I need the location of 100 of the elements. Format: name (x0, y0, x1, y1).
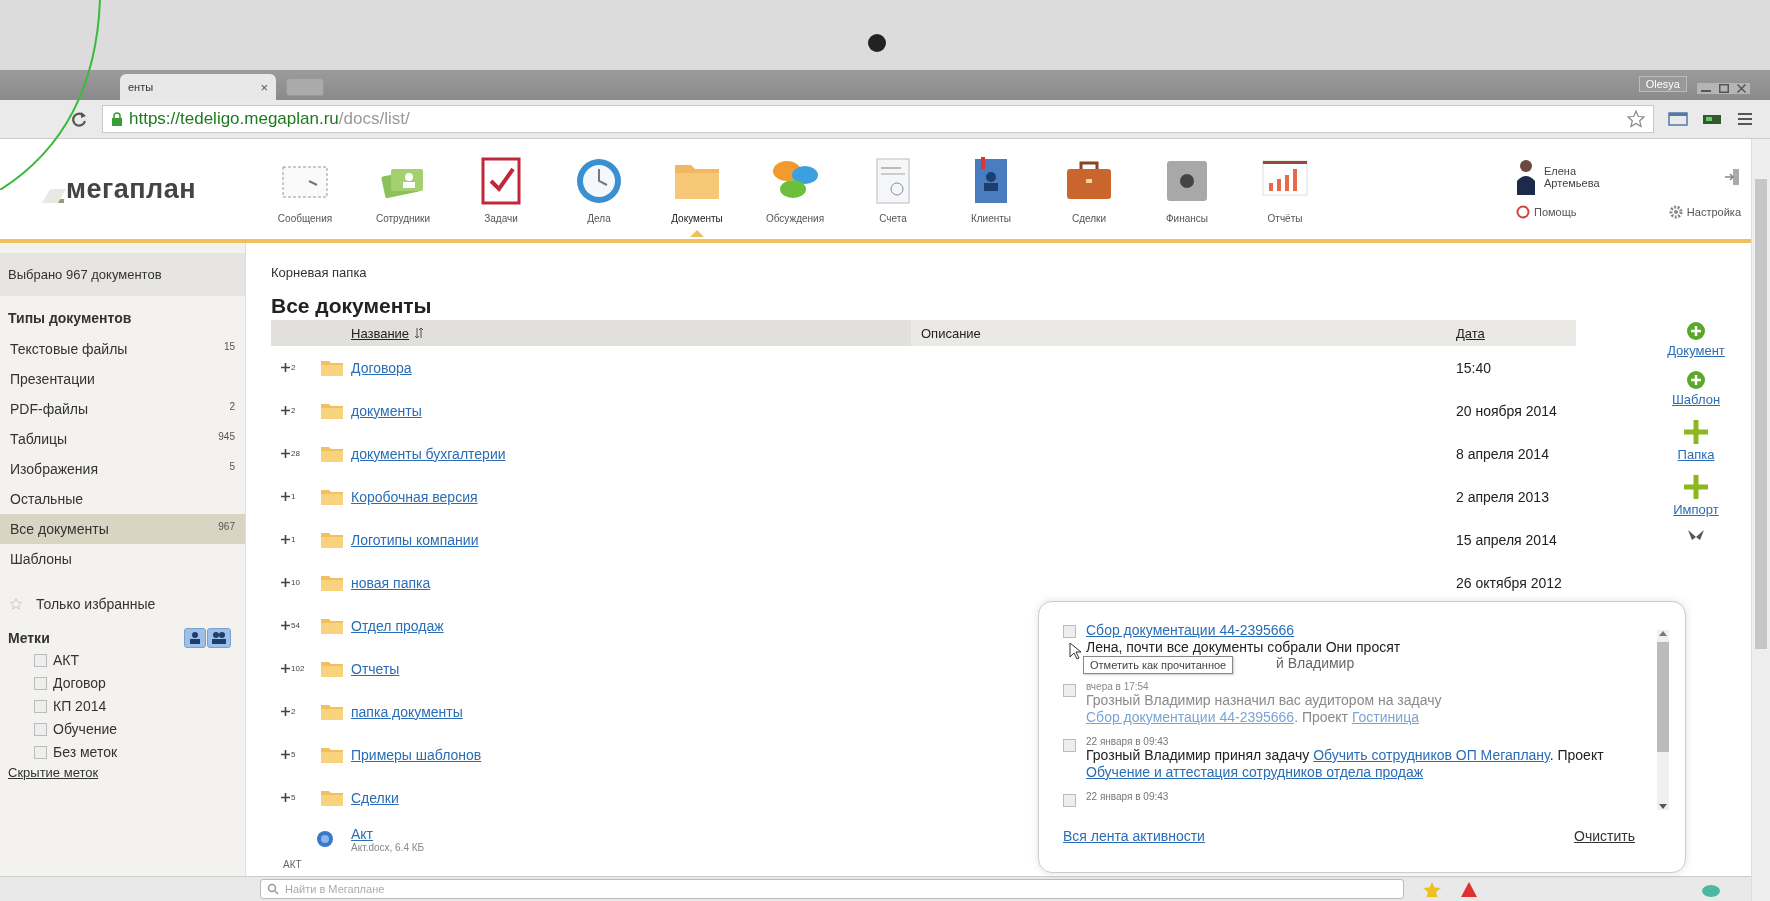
tag-label: КП 2014 (53, 698, 107, 714)
folder-link[interactable]: новая папка (351, 574, 431, 591)
expand-button[interactable]: 2 (281, 406, 317, 415)
sidebar-item[interactable]: PDF-файлы 2 (0, 394, 245, 424)
folder-link[interactable]: документы бухгалтерии (351, 445, 506, 462)
checkbox[interactable] (1063, 794, 1076, 807)
search-field[interactable]: Найти в Мегаплане (260, 879, 1404, 899)
close-icon (1737, 84, 1746, 93)
folder-link[interactable]: Отчеты (351, 660, 400, 677)
folder-link[interactable]: Отдел продаж (351, 617, 444, 634)
action-link[interactable]: Шаблон (1671, 370, 1721, 407)
person-silhouette-icon (1516, 159, 1536, 195)
view-button[interactable] (207, 628, 231, 648)
expand-button[interactable]: 2 (281, 707, 317, 716)
expand-button[interactable]: 102 (281, 664, 317, 673)
folder-link[interactable]: Договора (351, 359, 412, 376)
lifebuoy-icon (1516, 205, 1530, 219)
menu-icon (1736, 111, 1754, 127)
checkbox[interactable] (1063, 739, 1076, 752)
scroll-up-icon (1659, 630, 1667, 636)
close-button[interactable]: × (260, 79, 268, 95)
notification-link[interactable]: Сбор документации 44-2395666 (1086, 622, 1295, 638)
expand-button[interactable]: 28 (281, 449, 317, 458)
hide-tags-link[interactable]: Скрытие меток (0, 763, 107, 782)
checkbox[interactable] (1063, 625, 1076, 638)
settings-link[interactable]: Настройка (1668, 205, 1741, 219)
folder-link[interactable]: документы (351, 402, 422, 419)
nav-item[interactable]: Сотрудники (358, 145, 448, 233)
tag-label: АКТ (53, 652, 80, 668)
sidebar-item[interactable]: Шаблоны (0, 544, 245, 574)
sidebar-item[interactable]: Остальные (0, 484, 245, 514)
checkbox[interactable] (34, 722, 47, 736)
action-link[interactable]: Документ (1667, 321, 1725, 358)
plus-icon (281, 535, 290, 544)
tab-title: енты (128, 81, 155, 93)
folder-icon (321, 703, 343, 720)
logout-icon (1723, 167, 1741, 187)
sidebar-item[interactable]: Изображения 5 (0, 454, 245, 484)
folder-link[interactable]: Сделки (351, 789, 399, 806)
expand-button[interactable]: 1 (281, 492, 317, 501)
view-button[interactable] (184, 628, 206, 648)
nav-item[interactable]: Сделки (1044, 145, 1134, 233)
folder-icon (321, 746, 343, 763)
help-link[interactable]: Помощь (1516, 205, 1577, 219)
nav-item[interactable]: Обсуждения (750, 145, 840, 233)
sidebar-item[interactable]: Текстовые файлы 15 (0, 334, 245, 364)
nav-item[interactable]: Клиенты (946, 145, 1036, 233)
sidebar-item[interactable]: Все документы 967 (0, 514, 245, 544)
activity-feed-link[interactable]: Вся лента активности (1063, 828, 1205, 844)
scrollbar-thumb[interactable] (1657, 642, 1669, 752)
timestamp: 22 января в 09:43 (1086, 736, 1170, 747)
expand-button[interactable]: 10 (281, 578, 317, 587)
notification-link[interactable]: Обучение и аттестация сотрудников отдела продаж (1086, 764, 1424, 780)
scrollbar-thumb[interactable] (1755, 179, 1767, 649)
nav-item[interactable]: Документы (652, 145, 742, 233)
nav-item[interactable]: Отчёты (1240, 145, 1330, 233)
expand-button[interactable]: 54 (281, 621, 317, 630)
checkbox[interactable] (34, 699, 47, 713)
tag-label: АКТ (282, 859, 302, 870)
checkbox[interactable] (1063, 684, 1076, 697)
checkbox[interactable] (34, 676, 47, 690)
person-icon (189, 632, 201, 644)
column-header[interactable]: Дата (1456, 325, 1485, 341)
folder-link[interactable]: Примеры шаблонов (351, 746, 482, 763)
action-link[interactable]: Папка (1677, 419, 1715, 462)
people-icon (212, 632, 226, 644)
nav-item[interactable]: Счета (848, 145, 938, 233)
logo-text: мегаплан (66, 173, 197, 205)
notification-link[interactable]: Обучить сотрудников ОП Мегаплану (1313, 747, 1550, 763)
expand-button[interactable]: 5 (281, 750, 317, 759)
user-name[interactable]: Елена Артемьева (1544, 165, 1624, 189)
folder-link[interactable]: Коробочная версия (351, 488, 478, 505)
minimize-icon (1701, 90, 1711, 92)
breadcrumb[interactable]: Корневая папка (271, 265, 367, 280)
expand-button[interactable]: 5 (281, 793, 317, 802)
favorites-filter[interactable]: Только избранные (36, 596, 156, 612)
clear-link[interactable]: Очистить (1574, 828, 1635, 844)
nav-item[interactable]: Задачи (456, 145, 546, 233)
sidebar-item[interactable]: Таблицы 945 (0, 424, 245, 454)
browser-tab[interactable]: енты × (120, 74, 276, 100)
file-link[interactable]: Акт (351, 825, 374, 842)
nav-item[interactable]: Финансы (1142, 145, 1232, 233)
expand-button[interactable]: 1 (281, 535, 317, 544)
new-tab-button[interactable] (286, 78, 324, 96)
date-text: 2 апреля 2013 (1456, 488, 1549, 505)
action-link[interactable]: Импорт (1673, 474, 1719, 517)
checkbox[interactable] (34, 745, 47, 759)
plus-icon (281, 793, 290, 802)
sidebar-item[interactable]: Презентации (0, 364, 245, 394)
nav-item[interactable]: Сообщения (260, 145, 350, 233)
folder-link[interactable]: папка документы (351, 703, 463, 720)
address-field[interactable]: https://tedeligo.megaplan.ru/docs/list/ (102, 105, 1654, 133)
folder-link[interactable]: Логотипы компании (351, 531, 479, 548)
checkbox[interactable] (34, 653, 47, 667)
nav-item[interactable]: Дела (554, 145, 644, 233)
expand-button[interactable]: 2 (281, 363, 317, 372)
column-header[interactable]: Название (351, 325, 410, 341)
tag-label: Обучение (53, 721, 118, 737)
folder-icon (321, 488, 343, 505)
section-title: Метки (7, 630, 51, 646)
